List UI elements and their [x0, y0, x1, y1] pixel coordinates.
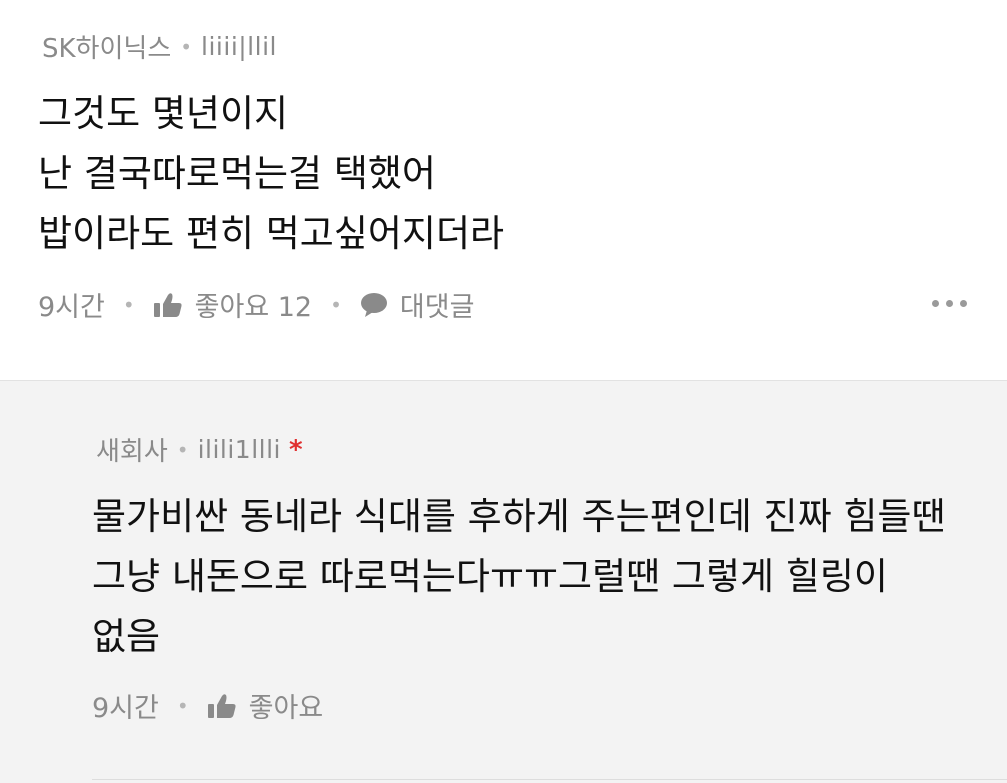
- more-options-icon[interactable]: [932, 300, 967, 307]
- reply: 새회사 • ilili1llli * 물가비싼 동네라 식대를 후하게 주는편인…: [0, 380, 1007, 783]
- comment: SK하이닉스 • liiii|llil 그것도 몇년이지 난 결국따로먹는걸 택…: [0, 0, 1007, 380]
- comment-body: 그것도 몇년이지 난 결국따로먹는걸 택했어 밥이라도 편히 먹고싶어지더라: [38, 84, 504, 264]
- meta-separator: •: [180, 34, 193, 59]
- meta-separator: •: [176, 437, 189, 462]
- reply-time: 9시간: [92, 693, 159, 724]
- reply-button[interactable]: 대댓글: [360, 285, 475, 324]
- comment-author[interactable]: SK하이닉스: [42, 28, 171, 65]
- comment-nickname[interactable]: liiii|llil: [201, 32, 277, 61]
- footer-separator: •: [330, 292, 342, 317]
- like-button[interactable]: 좋아요: [207, 686, 324, 725]
- comment-meta: SK하이닉스 • liiii|llil: [42, 28, 277, 65]
- comment-line: 난 결국따로먹는걸 택했어: [38, 152, 436, 195]
- op-marker: *: [288, 434, 303, 465]
- footer-separator: •: [122, 292, 135, 317]
- speech-bubble-icon: [360, 292, 388, 318]
- reply-line: 그냥 내돈으로 따로먹는다ㅠㅠ그럴땐 그렇게 힐링이: [92, 555, 888, 598]
- like-button[interactable]: 좋아요 12: [153, 285, 312, 324]
- reply-line: 없음: [92, 615, 161, 658]
- thumbs-up-icon: [153, 292, 183, 318]
- reply-footer: 9시간 • 좋아요: [92, 686, 323, 725]
- reply-meta: 새회사 • ilili1llli *: [96, 431, 303, 468]
- comment-footer: 9시간 • 좋아요 12 • 대댓글: [38, 285, 474, 324]
- reply-label: 대댓글: [399, 292, 475, 323]
- reply-line: 물가비싼 동네라 식대를 후하게 주는편인데 진짜 힘들땐: [92, 495, 946, 538]
- reply-nickname[interactable]: ilili1llli: [198, 435, 281, 464]
- reply-author[interactable]: 새회사: [96, 431, 168, 468]
- like-label: 좋아요 12: [194, 292, 313, 323]
- footer-separator: •: [176, 693, 189, 718]
- comment-line: 밥이라도 편히 먹고싶어지더라: [38, 212, 505, 255]
- comment-line: 그것도 몇년이지: [38, 92, 289, 135]
- comment-time: 9시간: [38, 292, 105, 323]
- reply-body: 물가비싼 동네라 식대를 후하게 주는편인데 진짜 힘들땐 그냥 내돈으로 따로…: [92, 487, 946, 667]
- thumbs-up-icon: [207, 693, 237, 719]
- like-label: 좋아요: [248, 693, 324, 724]
- divider: [92, 779, 1007, 780]
